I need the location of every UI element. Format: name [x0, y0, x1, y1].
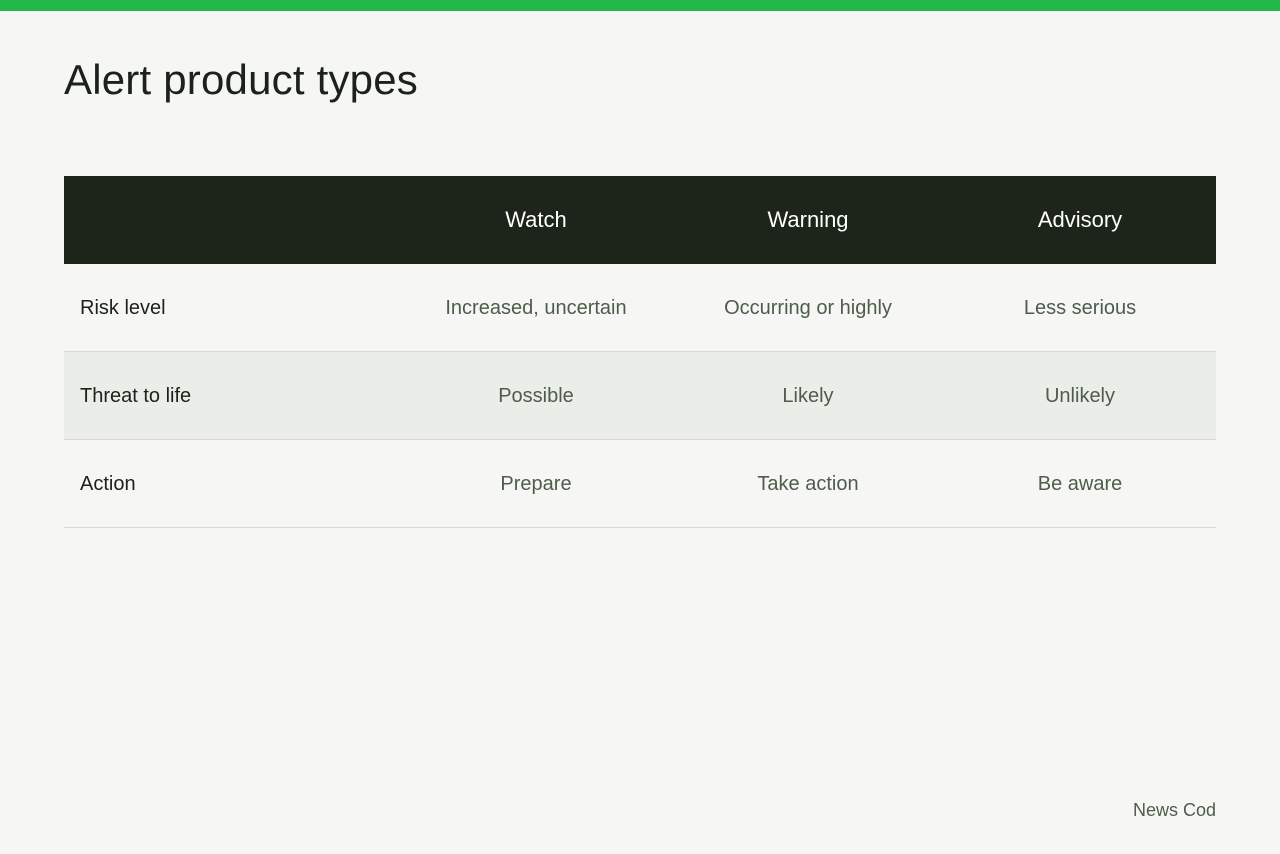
column-header-watch: Watch: [505, 207, 567, 232]
cell-value: Occurring or highly: [724, 296, 892, 319]
table-header-row: Watch Warning Advisory: [64, 176, 1216, 264]
source-credit: News Cod: [1132, 800, 1216, 820]
alert-types-table: Watch Warning Advisory Risk level Increa…: [64, 176, 1216, 528]
cell-value: Likely: [782, 384, 834, 407]
cell-value: Take action: [757, 472, 859, 495]
table-row-risk-level: Risk level Increased, uncertain Occurrin…: [64, 264, 1216, 352]
cell-value: Possible: [498, 384, 574, 407]
column-header-warning: Warning: [767, 207, 849, 232]
cell-value: Unlikely: [1044, 384, 1116, 407]
row-label: Risk level: [80, 296, 166, 319]
cell-value: Be aware: [1037, 472, 1123, 495]
row-label: Action: [80, 472, 136, 495]
cell-value: Prepare: [500, 472, 572, 495]
cell-value: Increased, uncertain: [445, 296, 627, 319]
page-title: Alert product types: [64, 56, 418, 103]
top-accent-bar: [0, 0, 1280, 11]
column-header-advisory: Advisory: [1037, 207, 1123, 232]
row-label: Threat to life: [80, 384, 192, 407]
table-row-action: Action Prepare Take action Be aware: [64, 440, 1216, 528]
table-row-threat-to-life: Threat to life Possible Likely Unlikely: [64, 352, 1216, 440]
cell-value: Less serious: [1023, 296, 1137, 319]
